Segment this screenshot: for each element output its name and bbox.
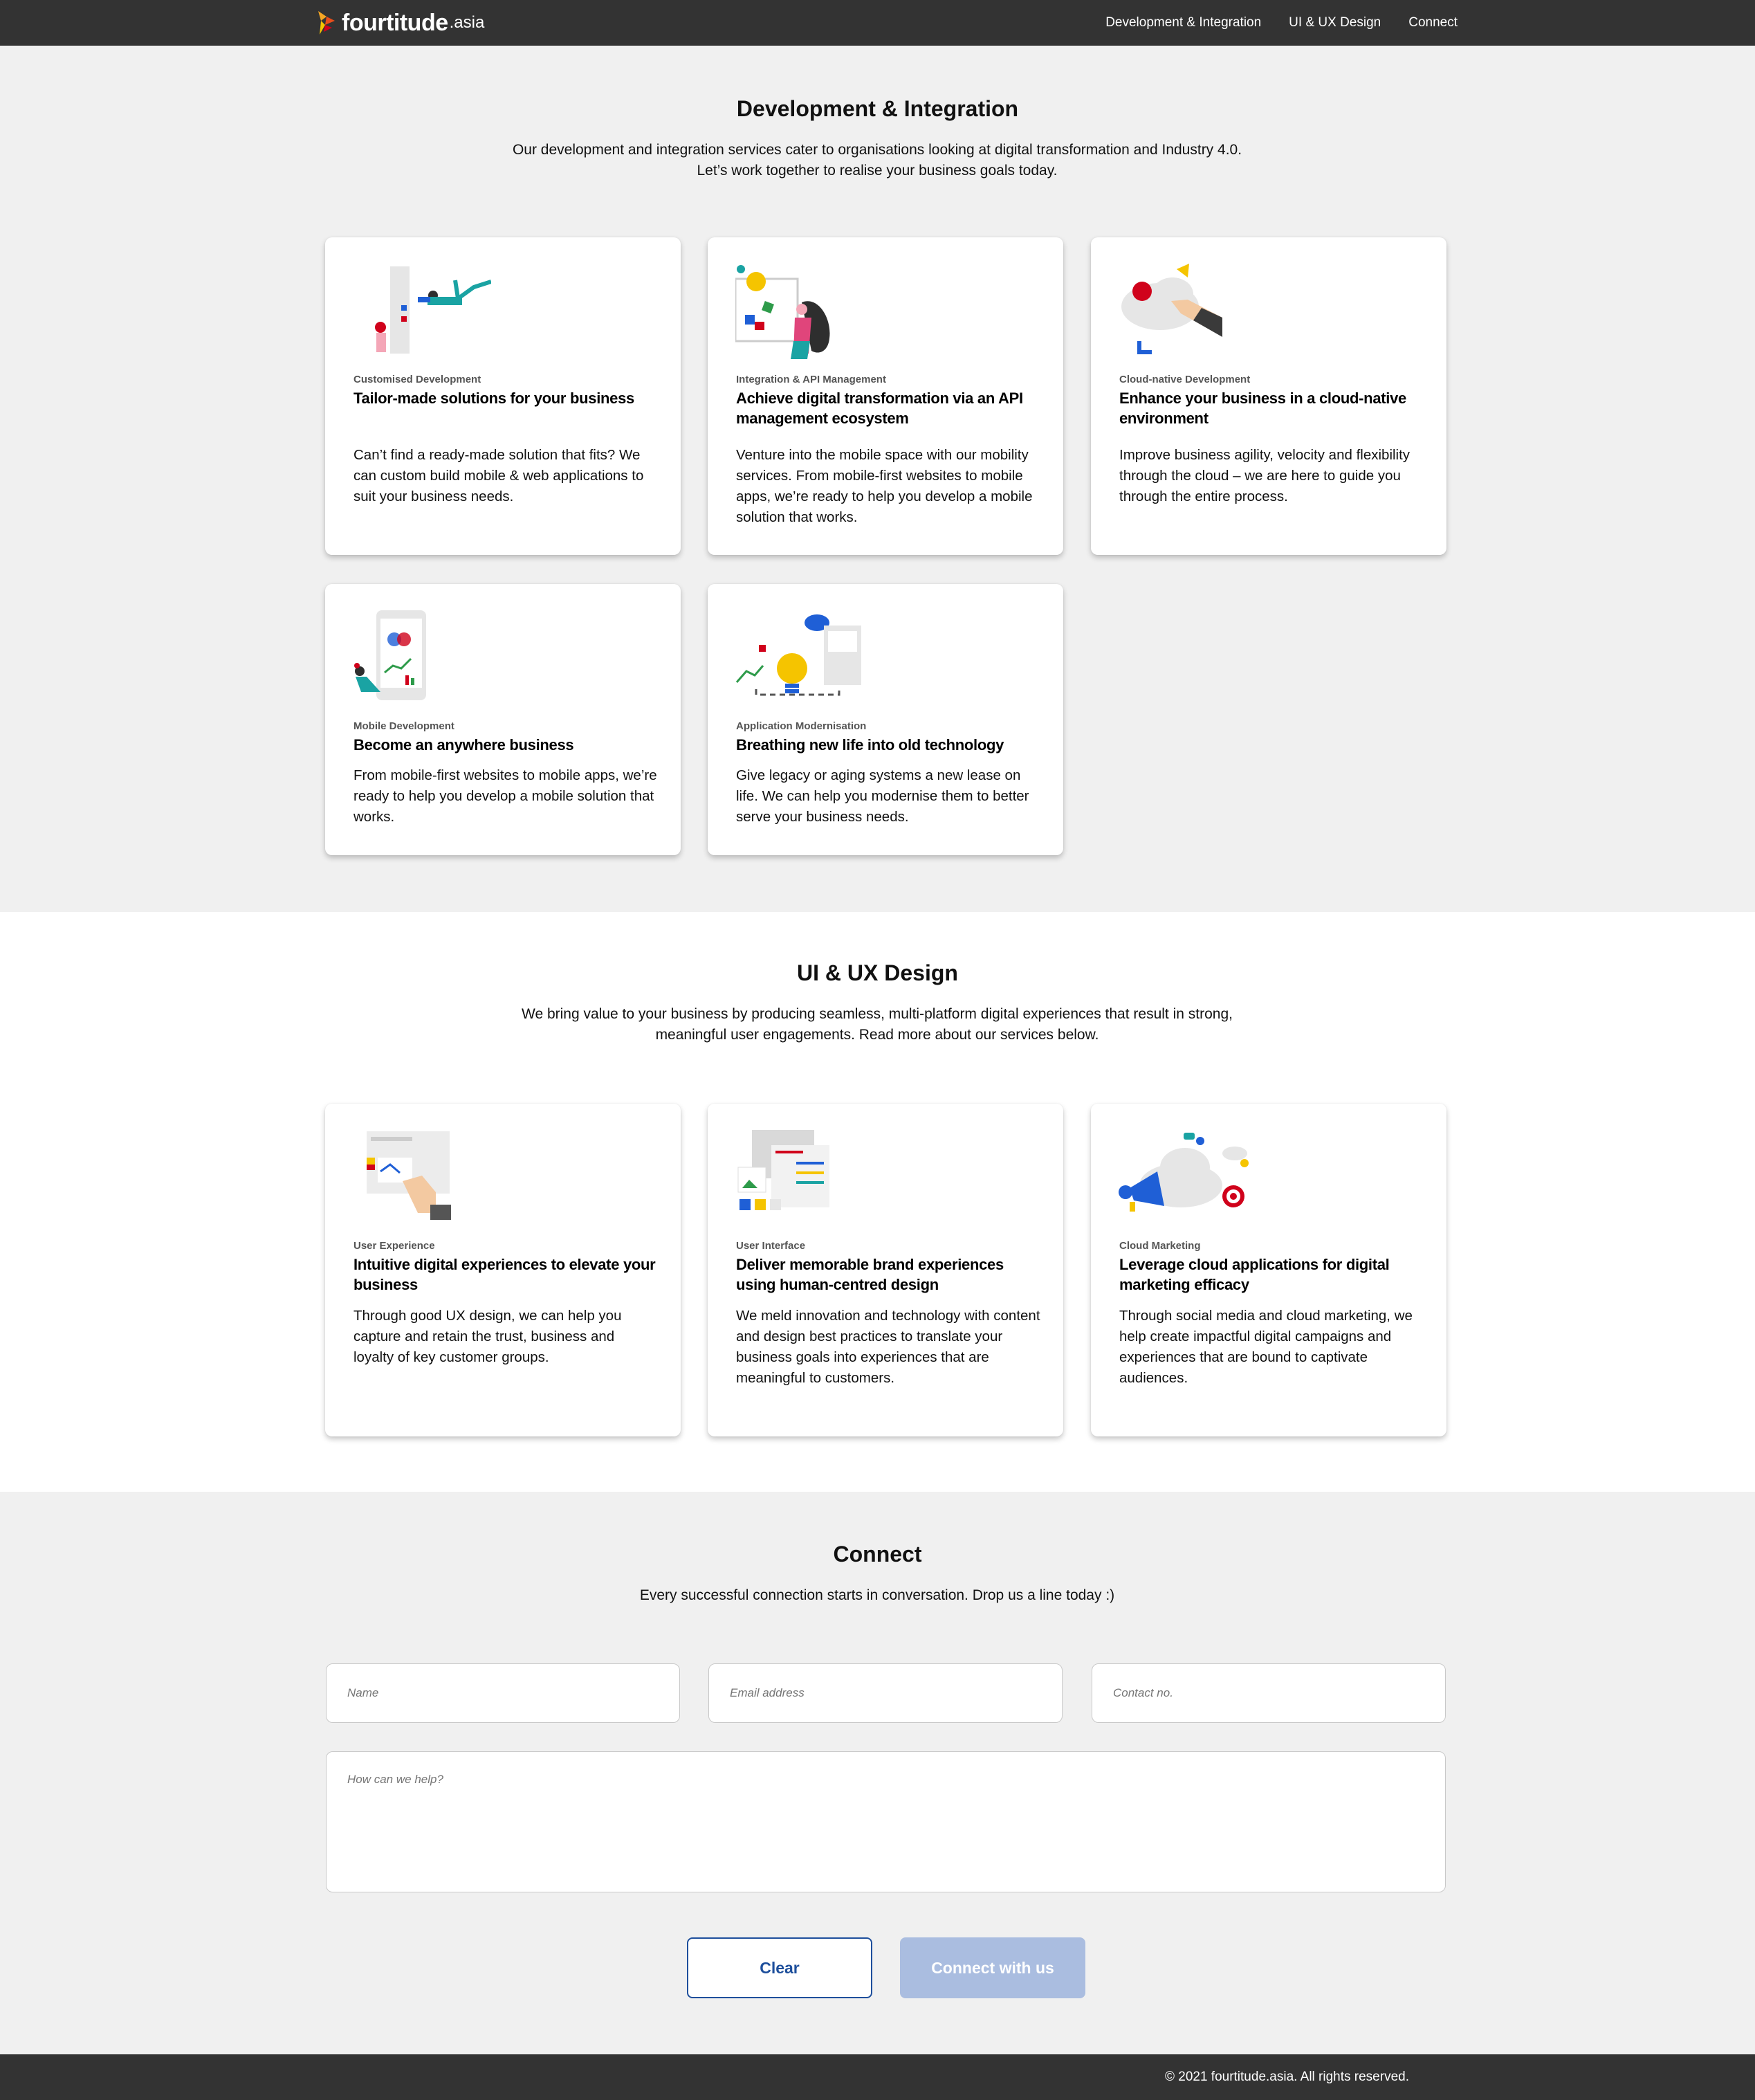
card-kicker: Application Modernisation [736,720,867,732]
card-kicker: Cloud-native Development [1119,374,1251,385]
card-heading: Intuitive digital experiences to elevate… [353,1256,656,1293]
service-card[interactable]: Cloud Marketing Leverage cloud applicati… [1091,1104,1446,1436]
development-description: Our development and integration services… [512,142,1242,179]
card-heading: Tailor-made solutions for your business [353,390,634,407]
card-body: Through social media and cloud marketing… [1119,1308,1413,1386]
service-card[interactable]: User Interface Deliver memorable brand e… [708,1104,1063,1436]
contact-input[interactable] [1092,1663,1446,1723]
logo-tld: .asia [449,13,485,32]
logo-icon [315,11,336,35]
card-body: From mobile-first websites to mobile app… [353,767,657,825]
development-section: Development & Integration Our developmen… [0,46,1755,912]
card-kicker: Customised Development [353,374,481,385]
card-kicker: Mobile Development [353,720,454,732]
ui-illustration-icon [735,1130,874,1227]
card-heading: Become an anywhere business [353,736,574,754]
card-body: Give legacy or aging systems a new lease… [736,767,1029,825]
card-kicker: Cloud Marketing [1119,1240,1201,1252]
footer: © 2021 fourtitude.asia. All rights reser… [0,2054,1755,2100]
top-nav: fourtitude .asia Development & Integrati… [0,0,1755,46]
connect-button[interactable]: Connect with us [900,1937,1085,1998]
service-card[interactable]: Customised Development Tailor-made solut… [325,237,681,555]
card-kicker: User Interface [736,1240,806,1252]
service-card[interactable]: Application Modernisation Breathing new … [708,584,1063,855]
service-card[interactable]: Cloud-native Development Enhance your bu… [1091,237,1446,555]
card-kicker: User Experience [353,1240,435,1252]
card-body: Through good UX design, we can help you … [353,1308,622,1365]
ux-section: UI & UX Design We bring value to your bu… [0,912,1755,1492]
card-heading: Breathing new life into old technology [736,736,1004,754]
logo-word: fourtitude [342,9,448,36]
nav-link-ux-design[interactable]: UI & UX Design [1289,15,1381,30]
connect-description: Every successful connection starts in co… [639,1587,1115,1603]
cloud-illustration-icon [1119,264,1257,360]
name-input[interactable] [326,1663,680,1723]
card-body: Venture into the mobile space with our m… [736,447,1033,525]
mobile-illustration-icon [353,610,491,707]
card-heading: Deliver memorable brand experiences usin… [736,1256,1004,1293]
nav-link-development[interactable]: Development & Integration [1105,15,1261,30]
card-heading: Enhance your business in a cloud-native … [1119,390,1406,427]
lightbulb-illustration-icon [735,610,874,707]
developer-illustration-icon [353,264,492,360]
message-textarea[interactable] [326,1751,1446,1892]
email-input[interactable] [708,1663,1063,1723]
service-card[interactable]: Integration & API Management Achieve dig… [708,237,1063,555]
card-body: We meld innovation and technology with c… [736,1308,1040,1386]
clear-button[interactable]: Clear [687,1937,872,1998]
ux-title: UI & UX Design [797,960,958,985]
card-heading: Achieve digital transformation via an AP… [736,390,1023,427]
ux-illustration-icon [353,1130,491,1227]
card-kicker: Integration & API Management [736,374,886,385]
nav-links: Development & Integration UI & UX Design… [1105,0,1458,46]
marketing-illustration-icon [1119,1130,1257,1227]
card-heading: Leverage cloud applications for digital … [1119,1256,1390,1293]
connect-title: Connect [833,1542,922,1567]
api-illustration-icon [734,264,874,360]
service-card[interactable]: Mobile Development Become an anywhere bu… [325,584,681,855]
site-logo[interactable]: fourtitude .asia [315,8,484,37]
copyright-text: © 2021 fourtitude.asia. All rights reser… [1164,2070,1409,2084]
nav-link-connect[interactable]: Connect [1408,15,1458,30]
development-title: Development & Integration [736,96,1019,121]
card-body: Can’t find a ready-made solution that fi… [353,447,644,504]
card-body: Improve business agility, velocity and f… [1119,447,1411,504]
service-card[interactable]: User Experience Intuitive digital experi… [325,1104,681,1436]
ux-description: We bring value to your business by produ… [522,1006,1233,1043]
